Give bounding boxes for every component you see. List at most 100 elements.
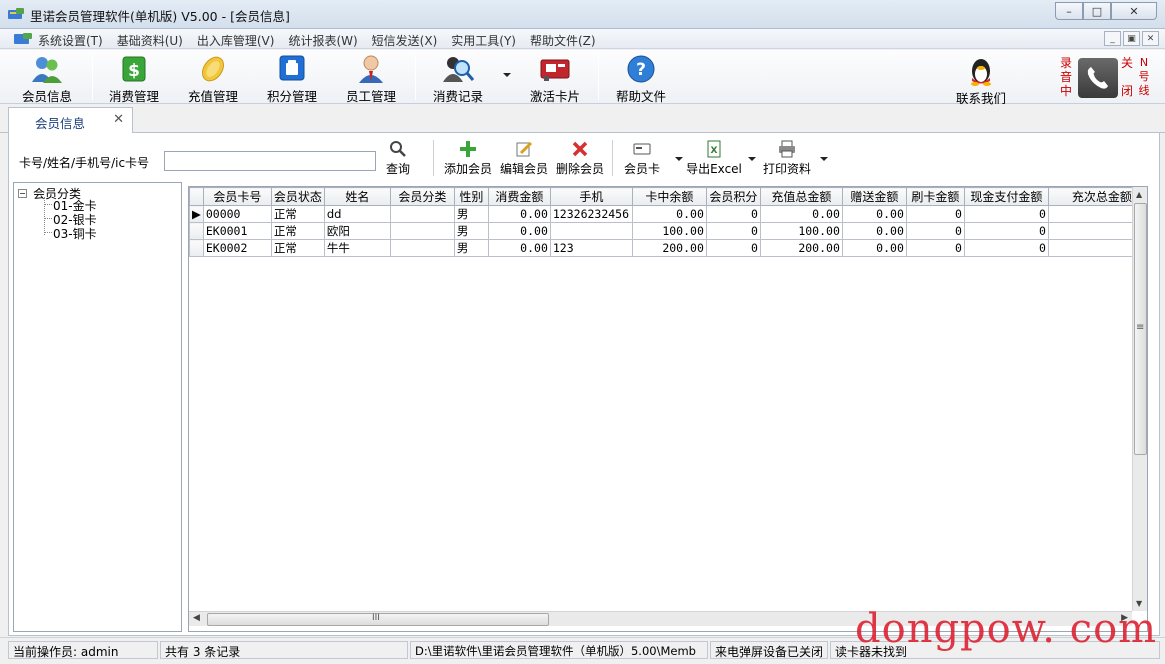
card-icon (633, 143, 651, 155)
col-gift-amount[interactable]: 赠送金额 (841, 187, 907, 206)
delete-member-button[interactable]: 删除会员 (555, 138, 605, 180)
plus-icon (460, 141, 476, 157)
status-operator: 当前操作员: admin (8, 641, 158, 659)
staff-label: 员工管理 (345, 89, 396, 104)
delete-member-label: 删除会员 (555, 162, 604, 176)
horizontal-scroll-thumb[interactable]: III (207, 613, 549, 626)
search-label: 卡号/姓名/手机号/ic卡号 (19, 156, 150, 170)
query-label: 查询 (385, 162, 410, 176)
col-card-no[interactable]: 会员卡号 (202, 187, 272, 206)
menu-system-settings[interactable]: 系统设置(T) (38, 32, 103, 49)
mdi-minimize-button[interactable]: _ (1104, 31, 1121, 46)
row-selected-icon: ▶ (189, 205, 204, 223)
line-status: N 号 线 (1138, 56, 1150, 97)
edit-icon (516, 141, 533, 157)
tab-strip: 会员信息 ✕ (0, 105, 1165, 134)
table-row[interactable]: ▶ 00000 正常 dd 男 0.00 12326232456 0.00 0 … (189, 205, 1135, 223)
maximize-button[interactable]: □ (1083, 2, 1111, 20)
points-button[interactable]: 积分管理 (255, 52, 329, 104)
delete-icon (572, 141, 588, 157)
menu-sms[interactable]: 短信发送(X) (372, 32, 438, 49)
contact-us-button[interactable]: 联系我们 (944, 54, 1018, 106)
search-input[interactable] (164, 151, 376, 171)
title-bar: 里诺会员管理软件(单机版) V5.00 - [会员信息] – □ ✕ (0, 0, 1165, 29)
col-consume-amount[interactable]: 消费金额 (487, 187, 551, 206)
menu-reports[interactable]: 统计报表(W) (288, 32, 357, 49)
staff-button[interactable]: 员工管理 (334, 52, 408, 104)
col-cash-pay[interactable]: 现金支付金额 (963, 187, 1049, 206)
col-phone[interactable]: 手机 (549, 187, 633, 206)
tree-item-bronze[interactable]: 03-铜卡 (53, 225, 97, 242)
edit-member-button[interactable]: 编辑会员 (499, 138, 549, 180)
table-row[interactable]: EK0002 正常 牛牛 男 0.00 123 200.00 0 200.00 … (189, 239, 1135, 257)
tab-label: 会员信息 (35, 116, 86, 131)
print-dropdown-icon[interactable] (820, 157, 828, 161)
member-card-button[interactable]: 会员卡 (622, 138, 662, 180)
member-card-label: 会员卡 (623, 162, 660, 176)
add-member-button[interactable]: 添加会员 (443, 138, 493, 180)
menu-tools[interactable]: 实用工具(Y) (451, 32, 516, 49)
scroll-left-icon[interactable]: ◀ (193, 613, 200, 623)
users-icon (32, 57, 62, 83)
print-button[interactable]: 打印资料 (761, 138, 813, 180)
tab-close-icon[interactable]: ✕ (113, 112, 124, 127)
col-card-swipe[interactable]: 刷卡金额 (905, 187, 965, 206)
export-excel-label: 导出Excel (686, 162, 742, 176)
close-status: 关 闭 (1121, 56, 1134, 98)
col-gender[interactable]: 性别 (453, 187, 489, 206)
member-info-label: 会员信息 (21, 89, 72, 104)
help-icon: ? (627, 55, 655, 83)
recording-status: 录 音 中 (1060, 56, 1073, 98)
phone-button[interactable] (1078, 58, 1118, 98)
points-label: 积分管理 (266, 89, 317, 104)
records-dropdown-icon[interactable] (503, 73, 511, 77)
mdi-close-button[interactable]: ✕ (1142, 31, 1159, 46)
close-button[interactable]: ✕ (1111, 2, 1157, 20)
add-member-label: 添加会员 (443, 162, 492, 176)
menu-inventory[interactable]: 出入库管理(V) (197, 32, 275, 49)
col-recharge-total[interactable]: 充值总金额 (759, 187, 843, 206)
export-dropdown-icon[interactable] (748, 157, 756, 161)
member-info-button[interactable]: 会员信息 (10, 52, 84, 104)
col-times-total[interactable]: 充次总金额 (1047, 187, 1135, 206)
vertical-scrollbar[interactable]: ▲ ≡ ▼ (1132, 187, 1147, 611)
mdi-restore-button[interactable]: ▣ (1123, 31, 1140, 46)
tab-member-info[interactable]: 会员信息 ✕ (8, 107, 133, 134)
col-status[interactable]: 会员状态 (270, 187, 325, 206)
col-name[interactable]: 姓名 (323, 187, 391, 206)
card-reader-icon (540, 59, 570, 81)
maximize-icon: □ (1091, 4, 1103, 18)
points-icon (279, 55, 305, 81)
menu-basic-data[interactable]: 基础资料(U) (117, 32, 183, 49)
phone-widget: 录 音 中 关 闭 N 号 线 (1060, 54, 1160, 102)
consume-label: 消费管理 (108, 89, 159, 104)
table-row[interactable]: EK0001 正常 欧阳 男 0.00 100.00 0 100.00 0.00… (189, 222, 1135, 240)
member-card-dropdown-icon[interactable] (675, 157, 683, 161)
tree-collapse-icon[interactable]: − (18, 189, 27, 198)
help-button[interactable]: ? 帮助文件 (604, 52, 678, 104)
dollar-icon: $ (122, 56, 146, 82)
col-balance[interactable]: 卡中余额 (631, 187, 707, 206)
activate-card-button[interactable]: 激活卡片 (518, 52, 592, 104)
menu-help[interactable]: 帮助文件(Z) (530, 32, 596, 49)
print-label: 打印资料 (762, 162, 811, 176)
status-caller-popup: 来电弹屏设备已关闭 (710, 641, 828, 659)
col-category[interactable]: 会员分类 (389, 187, 455, 206)
svg-text:$: $ (128, 61, 140, 81)
query-button[interactable]: 查询 (383, 138, 413, 180)
menu-bar: 系统设置(T) 基础资料(U) 出入库管理(V) 统计报表(W) 短信发送(X)… (0, 29, 1165, 49)
scroll-up-icon[interactable]: ▲ (1136, 190, 1142, 199)
records-button[interactable]: 消费记录 (421, 52, 495, 104)
minimize-button[interactable]: – (1055, 2, 1083, 20)
app-menu-icon[interactable] (14, 33, 32, 45)
phone-icon (1087, 67, 1108, 89)
col-points[interactable]: 会员积分 (705, 187, 761, 206)
vertical-scroll-thumb[interactable]: ≡ (1134, 203, 1147, 455)
app-icon (8, 8, 24, 19)
help-label: 帮助文件 (615, 89, 666, 104)
magnifier-user-icon (443, 57, 475, 82)
search-icon (390, 141, 406, 157)
export-excel-button[interactable]: X 导出Excel (686, 138, 742, 180)
recharge-button[interactable]: 充值管理 (176, 52, 250, 104)
consume-button[interactable]: $ 消费管理 (97, 52, 171, 104)
